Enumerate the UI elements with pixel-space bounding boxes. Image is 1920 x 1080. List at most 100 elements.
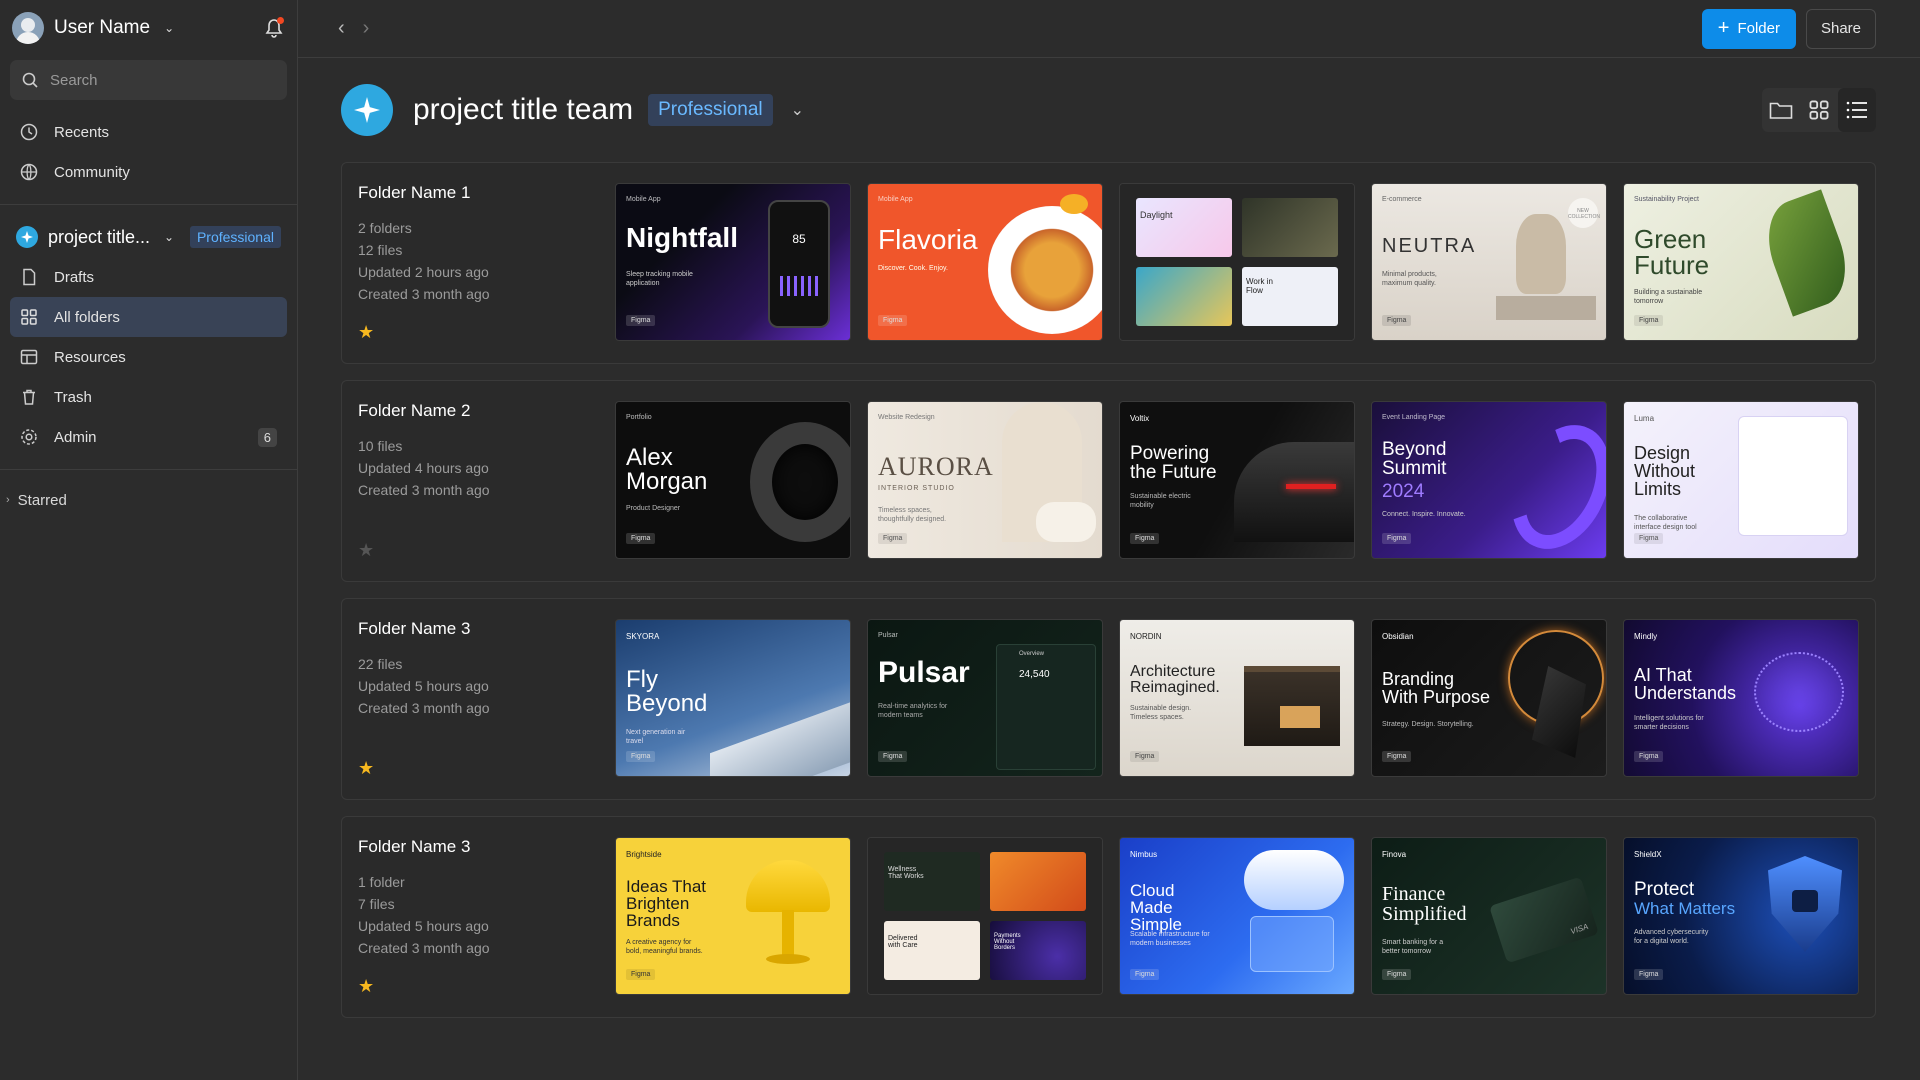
file-thumbnail[interactable]: Event Landing Page Beyond Summit 2024 Co… — [1371, 401, 1607, 559]
file-thumbnail[interactable]: Luma Design Without Limits The collabora… — [1623, 401, 1859, 559]
list-view-icon[interactable] — [1838, 88, 1876, 132]
figma-tag: Figma — [1382, 315, 1412, 326]
bell-icon[interactable] — [263, 17, 285, 39]
card-brand: VISA — [1569, 921, 1590, 937]
figma-tag: Figma — [1130, 751, 1160, 762]
tail-light — [1286, 484, 1336, 489]
sidebar-item-admin[interactable]: Admin 6 — [10, 417, 287, 457]
folder-view-icon[interactable] — [1762, 88, 1800, 132]
thumb-title: Finance Simplified — [1382, 883, 1467, 925]
file-thumbnail[interactable]: Mobile App Nightfall Sleep tracking mobi… — [615, 183, 851, 341]
team-switcher[interactable]: project title... ⌄ Professional — [10, 217, 287, 257]
file-thumbnail[interactable]: Finova Finance Simplified Smart banking … — [1371, 837, 1607, 995]
search-input[interactable] — [50, 71, 270, 89]
sidebar-item-resources[interactable]: Resources — [10, 337, 287, 377]
sidebar-item-trash[interactable]: Trash — [10, 377, 287, 417]
mini-thumbnail — [1136, 267, 1232, 326]
thumb-label: Obsidian — [1382, 632, 1414, 641]
file-thumbnail[interactable]: Mobile App Flavoria Discover. Cook. Enjo… — [867, 183, 1103, 341]
folder-meta: Created 3 month ago — [358, 286, 490, 302]
share-label: Share — [1820, 20, 1861, 37]
new-folder-button[interactable]: + Folder — [1701, 8, 1796, 49]
file-thumbnail[interactable]: Wellness That Works Delivered with Care … — [867, 837, 1103, 995]
cloud-image — [1244, 850, 1344, 910]
thumb-title: Protect — [1634, 879, 1695, 900]
figma-tag: Figma — [1382, 751, 1412, 762]
sidebar-item-label: Resources — [54, 348, 126, 366]
lamp-stem-image — [782, 910, 794, 956]
star-icon[interactable]: ★ — [358, 976, 374, 997]
dashboard-label: Overview — [1019, 651, 1045, 657]
file-thumbnail[interactable]: Voltix Powering the Future Sustainable e… — [1119, 401, 1355, 559]
wing-image — [710, 698, 850, 776]
thumb-subtitle: Sustainable design. Timeless spaces. — [1130, 705, 1192, 722]
star-icon[interactable]: ★ — [358, 322, 374, 343]
folder-card[interactable]: Folder Name 3 22 files Updated 5 hours a… — [341, 598, 1876, 800]
file-thumbnail[interactable]: Website Redesign AURORA INTERIOR STUDIO … — [867, 401, 1103, 559]
file-icon — [23, 268, 36, 286]
file-thumbnail[interactable]: E-commerce NEUTRA Minimal products, maxi… — [1371, 183, 1607, 341]
file-thumbnail[interactable]: Daylight Work in Flow — [1119, 183, 1355, 341]
team-logo-icon — [16, 226, 38, 248]
figma-tag: Figma — [626, 751, 656, 762]
file-thumbnail[interactable]: ShieldX Protect What Matters Advanced cy… — [1623, 837, 1859, 995]
figma-tag: Figma — [1130, 533, 1160, 544]
folder-card[interactable]: Folder Name 3 1 folder 7 files Updated 5… — [341, 816, 1876, 1018]
thumb-subtitle: Sustainable electric mobility — [1130, 493, 1191, 510]
grid-view-icon[interactable] — [1800, 88, 1838, 132]
file-thumbnail[interactable]: NORDIN Architecture Reimagined. Sustaina… — [1119, 619, 1355, 777]
sidebar-item-drafts[interactable]: Drafts — [10, 257, 287, 297]
file-thumbnail[interactable]: SKYORA Fly Beyond Next generation air tr… — [615, 619, 851, 777]
grid-icon — [21, 309, 37, 325]
folder-card[interactable]: Folder Name 2 10 files Updated 4 hours a… — [341, 380, 1876, 582]
thumb-subtitle: Sleep tracking mobile application — [626, 271, 693, 288]
share-button[interactable]: Share — [1805, 8, 1876, 49]
trash-icon — [23, 389, 35, 405]
figma-tag: Figma — [878, 533, 908, 544]
star-icon[interactable]: ★ — [358, 540, 374, 561]
collection-badge: NEW COLLECTION — [1568, 198, 1600, 228]
figma-tag: Figma — [626, 533, 656, 544]
folder-meta: Created 3 month ago — [358, 482, 490, 498]
thumb-subtitle: Connect. Inspire. Innovate. — [1382, 511, 1466, 518]
sidebar-item-recents[interactable]: Recents — [10, 112, 287, 152]
thumb-title: Branding With Purpose — [1382, 669, 1491, 707]
sidebar-item-all-folders[interactable]: All folders — [10, 297, 287, 337]
mini-title: Delivered with Care — [888, 935, 918, 949]
lemon-image — [1060, 194, 1088, 214]
file-thumbnail[interactable]: Sustainability Project Green Future Buil… — [1623, 183, 1859, 341]
starred-section-toggle[interactable]: › Starred — [0, 482, 297, 518]
thumb-title: AI That Understands — [1634, 665, 1737, 703]
sidebar-item-label: Recents — [54, 123, 110, 141]
admin-count-badge: 6 — [257, 427, 277, 447]
sidebar-item-label: Community — [54, 163, 130, 181]
globe-icon — [20, 163, 38, 181]
file-thumbnail[interactable]: Brightside Ideas That Brighten Brands A … — [615, 837, 851, 995]
folder-card[interactable]: Folder Name 1 2 folders 12 files Updated… — [341, 162, 1876, 364]
file-thumbnail[interactable]: Obsidian Branding With Purpose Strategy.… — [1371, 619, 1607, 777]
folder-meta: 10 files — [358, 438, 403, 454]
back-arrow-icon[interactable]: ‹ — [338, 17, 345, 40]
sidebar-item-label: Drafts — [54, 268, 95, 286]
thumb-label: SKYORA — [626, 632, 660, 641]
star-icon[interactable]: ★ — [358, 758, 374, 779]
thumb-subtitle: Scalable infrastructure for modern busin… — [1130, 931, 1210, 948]
figma-tag: Figma — [1382, 969, 1412, 980]
forward-arrow-icon[interactable]: › — [363, 17, 370, 40]
thumb-subtitle: Strategy. Design. Storytelling. — [1382, 721, 1474, 728]
file-thumbnail[interactable]: Portfolio Alex Morgan Product Designer F… — [615, 401, 851, 559]
figma-tag: Figma — [1634, 969, 1664, 980]
thumb-label: Event Landing Page — [1382, 414, 1446, 421]
file-thumbnail[interactable]: Pulsar Pulsar Real-time analytics for mo… — [867, 619, 1103, 777]
search-box[interactable] — [10, 60, 287, 100]
file-thumbnail[interactable]: Mindly AI That Understands Intelligent s… — [1623, 619, 1859, 777]
chevron-down-icon[interactable]: ⌄ — [791, 100, 804, 120]
sidebar-item-community[interactable]: Community — [10, 152, 287, 192]
thumb-subtitle: The collaborative interface design tool — [1634, 515, 1697, 532]
file-thumbnail[interactable]: Nimbus Cloud Made Simple Scalable infras… — [1119, 837, 1355, 995]
thumb-label: Luma — [1634, 414, 1655, 423]
thumb-title: Alex Morgan — [626, 444, 708, 495]
user-menu[interactable]: User Name ⌄ — [12, 12, 174, 44]
bank-card-image: VISA — [1489, 876, 1599, 964]
thumb-title: Nightfall — [626, 222, 738, 253]
